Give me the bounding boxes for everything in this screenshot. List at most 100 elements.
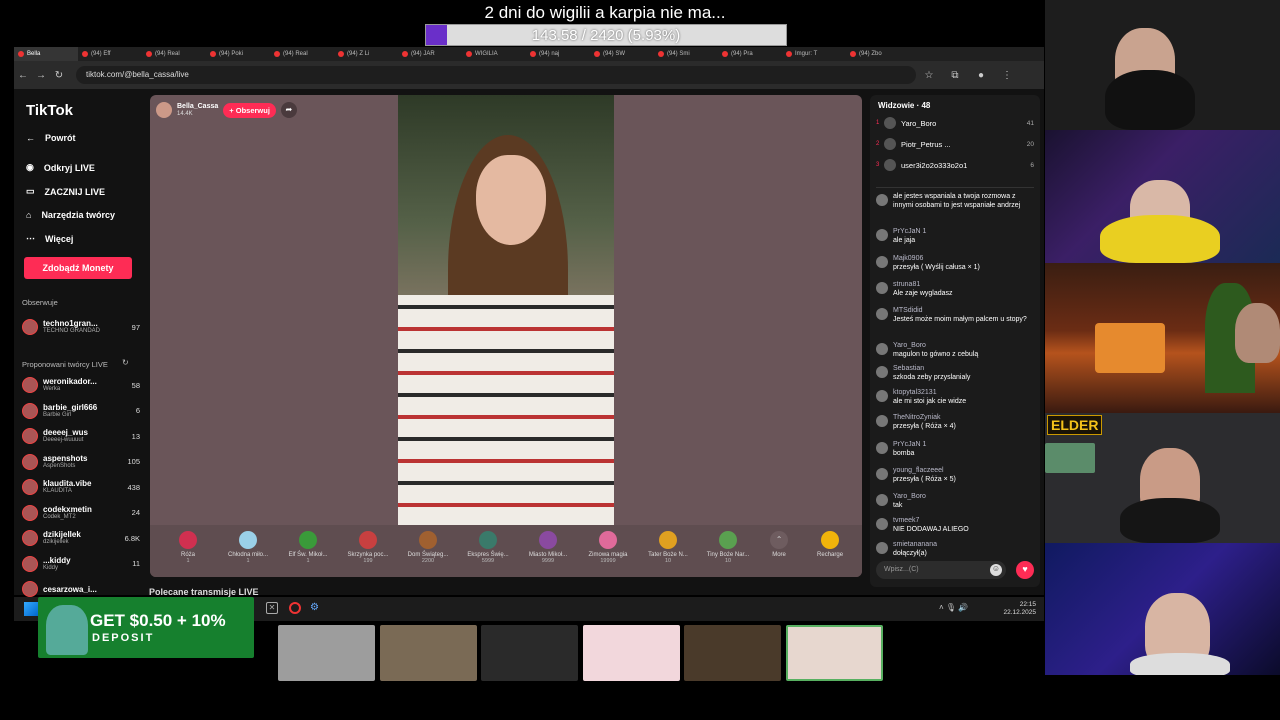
suggested-item[interactable]: codekxmetin Codek_MT2 24 bbox=[22, 503, 140, 523]
tray-icons[interactable]: ˄ 🎙 🔊 bbox=[939, 603, 968, 612]
windows-start-icon[interactable] bbox=[24, 602, 38, 616]
live-video[interactable] bbox=[398, 95, 614, 525]
live-player[interactable]: Bella_Cassa 14.4K + Obserwuj ➦ Róża 1 Chłod… bbox=[150, 95, 862, 577]
avatar bbox=[876, 415, 888, 427]
chat-message[interactable]: ale jestes wspaniala a twoja rozmowa z i… bbox=[876, 193, 1036, 210]
system-clock[interactable]: 22:15 22.12.2025 bbox=[1003, 601, 1036, 617]
browser-tab[interactable]: WIGILIA bbox=[462, 47, 526, 61]
chat-message[interactable]: Yaro_Boro magulon to gówno z cebulą bbox=[876, 342, 1036, 359]
gift-item[interactable]: Elf Św. Mikoł... 1 bbox=[278, 529, 338, 573]
reload-icon[interactable]: ↻ bbox=[50, 70, 68, 81]
chat-message[interactable]: tvmeek7 NIE DODAWAJ ALIEGO bbox=[876, 517, 1036, 534]
steam-icon[interactable]: ⚙ bbox=[310, 602, 322, 614]
browser-tab[interactable]: Bella bbox=[14, 47, 78, 61]
more-gifts-button[interactable]: ⌃ More bbox=[758, 529, 800, 573]
stream-thumbnail[interactable] bbox=[786, 625, 883, 681]
recharge-button[interactable]: Recharge bbox=[806, 529, 854, 573]
top-viewer-row[interactable]: 1 Yaro_Boro 41 bbox=[876, 113, 1034, 133]
browser-tab[interactable]: (94) Zbo bbox=[846, 47, 910, 61]
suggested-item[interactable]: cesarzowa_i... bbox=[22, 579, 140, 599]
browser-tab[interactable]: (94) Z Li bbox=[334, 47, 398, 61]
gift-item[interactable]: Skrzynka poc... 199 bbox=[338, 529, 398, 573]
fireplace bbox=[1095, 323, 1165, 373]
suggested-item[interactable]: dzikijellek dzikijellek 6.8K bbox=[22, 528, 140, 548]
suggested-item[interactable]: ...kiddy Kiddy 11 bbox=[22, 554, 140, 574]
chat-message[interactable]: Yaro_Boro tak bbox=[876, 493, 1036, 510]
app-icon[interactable] bbox=[289, 602, 301, 614]
stream-thumbnail[interactable] bbox=[684, 625, 781, 681]
menu-icon[interactable]: ⋮ bbox=[994, 70, 1020, 81]
nav-discover-live[interactable]: ◉ Odkryj LIVE bbox=[26, 162, 95, 173]
bookmark-star-icon[interactable]: ☆ bbox=[916, 70, 942, 81]
gift-item[interactable]: Miasto Mikoł... 9999 bbox=[518, 529, 578, 573]
streamer-sweater bbox=[398, 295, 614, 525]
avatar bbox=[876, 442, 888, 454]
refresh-icon[interactable]: ↻ bbox=[122, 358, 129, 367]
forward-icon[interactable]: → bbox=[32, 70, 50, 81]
browser-tab[interactable]: (94) Eff bbox=[78, 47, 142, 61]
back-button[interactable]: ← Powrót bbox=[26, 133, 76, 143]
back-icon[interactable]: ← bbox=[14, 70, 32, 81]
chat-message[interactable]: young_flaczeeel przesyła ( Róża × 5) bbox=[876, 467, 1036, 484]
chat-message[interactable]: TheNitroZyniak przesyła ( Róża × 4) bbox=[876, 414, 1036, 431]
browser-tab[interactable]: Imgur: T bbox=[782, 47, 846, 61]
gift-item[interactable]: Dom Świąteg... 2200 bbox=[398, 529, 458, 573]
suggested-item[interactable]: deeeej_wus Deeeej-wuuuut 13 bbox=[22, 426, 140, 446]
person-body bbox=[1120, 498, 1220, 543]
emoji-icon[interactable]: ☺ bbox=[990, 564, 1002, 576]
nav-more[interactable]: ⋯ Więcej bbox=[26, 233, 73, 244]
following-item[interactable]: techno1gran... TECHNO GRANDAD 97 bbox=[22, 317, 140, 337]
profile-icon[interactable]: ● bbox=[968, 70, 994, 81]
browser-tab[interactable]: (94) JAR bbox=[398, 47, 462, 61]
stream-thumbnail[interactable] bbox=[583, 625, 680, 681]
follow-button[interactable]: + Obserwuj bbox=[223, 102, 276, 118]
gift-item[interactable]: Chłodna miło... 1 bbox=[218, 529, 278, 573]
browser-tab[interactable]: (94) Real bbox=[270, 47, 334, 61]
chat-message[interactable]: struna81 Ale zaje wygladasz bbox=[876, 281, 1036, 298]
avatar bbox=[22, 504, 38, 521]
suggested-item[interactable]: weronikador... Werka 58 bbox=[22, 375, 140, 395]
share-icon[interactable]: ➦ bbox=[280, 102, 297, 118]
chat-message[interactable]: Majk0906 przesyła ( Wyślij całusa × 1) bbox=[876, 255, 1036, 272]
suggested-item[interactable]: barbie_girl666 Barbie Girl 6 bbox=[22, 401, 140, 421]
gift-item[interactable]: Zimowa magia 19999 bbox=[578, 529, 638, 573]
browser-tab[interactable]: (94) Smi bbox=[654, 47, 718, 61]
chat-message[interactable]: ktopytal32131 ale mi stoi jak cie widze bbox=[876, 389, 1036, 406]
gift-item[interactable]: Ekspres Świę... 5999 bbox=[458, 529, 518, 573]
nav-start-live[interactable]: ▭ ZACZNIJ LIVE bbox=[26, 186, 105, 197]
chat-message[interactable]: Sebastian szkoda zeby przyslanialy bbox=[876, 365, 1036, 382]
gift-item[interactable]: Róża 1 bbox=[158, 529, 218, 573]
chat-input[interactable]: Wpisz...(C) bbox=[876, 561, 1006, 579]
chat-message[interactable]: MTSdidid Jesteś może moim małym palcem u … bbox=[876, 307, 1036, 324]
stream-title: 2 dni do wigilii a karpia nie ma... bbox=[484, 3, 726, 22]
task-view-icon[interactable]: ✕ bbox=[266, 602, 278, 614]
extensions-icon[interactable]: ⧉ bbox=[942, 70, 968, 81]
suggested-item[interactable]: klaudita.vibe KLAUDITA 438 bbox=[22, 477, 140, 497]
gift-icon bbox=[299, 531, 317, 549]
chat-message[interactable]: smietananana dołączył(a) bbox=[876, 541, 1036, 558]
tiktok-logo[interactable]: TikTok bbox=[26, 102, 73, 119]
chat-message[interactable]: PrYcJaN 1 ale jaja bbox=[876, 228, 1036, 245]
casino-ad-banner[interactable]: GET $0.50 + 10% DEPOSIT bbox=[38, 597, 254, 658]
stream-thumbnail[interactable] bbox=[380, 625, 477, 681]
browser-tab[interactable]: (94) naj bbox=[526, 47, 590, 61]
stream-thumbnail[interactable] bbox=[278, 625, 375, 681]
browser-window: Bella (94) Eff (94) Real (94) Poki (94) Real… bbox=[14, 47, 1044, 597]
suggested-item[interactable]: aspenshots AspenShots 105 bbox=[22, 452, 140, 472]
gift-item[interactable]: Tiny Boże Nar... 10 bbox=[698, 529, 758, 573]
streamer-avatar[interactable] bbox=[156, 102, 172, 118]
chat-message[interactable]: PrYcJaN 1 bomba bbox=[876, 441, 1036, 458]
heart-icon[interactable]: ♥ bbox=[1016, 561, 1034, 579]
nav-creator-tools[interactable]: ⌂ Narzędzia twórcy bbox=[26, 210, 115, 220]
stream-thumbnail[interactable] bbox=[481, 625, 578, 681]
browser-tab[interactable]: (94) Poki bbox=[206, 47, 270, 61]
gift-item[interactable]: Tater Boże N... 10 bbox=[638, 529, 698, 573]
browser-tab[interactable]: (94) Pra bbox=[718, 47, 782, 61]
browser-tab[interactable]: (94) Real bbox=[142, 47, 206, 61]
get-coins-button[interactable]: Zdobądź Monety bbox=[24, 257, 132, 279]
donation-goal-text: 143.58 / 2420 (5.93%) bbox=[531, 27, 681, 44]
top-viewer-row[interactable]: 3 user3i2o2o333o2o1 6 bbox=[876, 155, 1034, 175]
browser-tab[interactable]: (94) SW bbox=[590, 47, 654, 61]
url-input[interactable]: tiktok.com/@bella_cassa/live bbox=[76, 66, 916, 84]
top-viewer-row[interactable]: 2 Piotr_Petrus ... 20 bbox=[876, 134, 1034, 154]
